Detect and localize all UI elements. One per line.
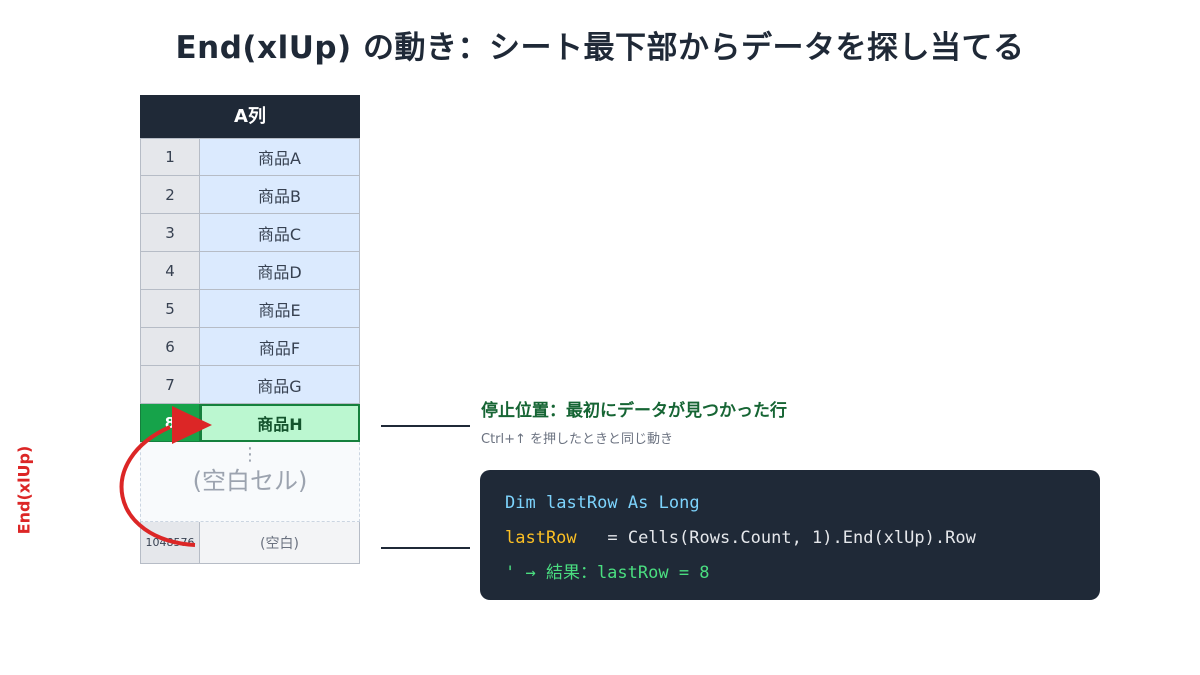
empty-cells-label: (空白セル) — [192, 467, 308, 495]
type-name: Long — [658, 493, 700, 513]
spreadsheet-column: A列 1 商品A 2 商品B 3 商品C 4 商品D 5 商品E 6 商品F 7… — [140, 95, 360, 564]
stop-connector-line — [381, 425, 470, 427]
hit-row: 8 商品H — [140, 404, 360, 442]
code-connector-line — [381, 547, 470, 549]
row-number: 3 — [140, 214, 200, 252]
row-number: 1048576 — [140, 522, 200, 564]
variable-name: lastRow — [505, 528, 577, 548]
row-number: 7 — [140, 366, 200, 404]
table-row: 4 商品D — [140, 252, 360, 290]
row-number: 6 — [140, 328, 200, 366]
last-row: 1048576 (空白) — [140, 522, 360, 564]
code-block: Dim lastRow As Long lastRow = Cells(Rows… — [480, 470, 1100, 600]
code-line: ' → 結果：lastRow = 8 — [505, 560, 1075, 595]
table-row: 2 商品B — [140, 176, 360, 214]
data-cell: 商品C — [200, 214, 360, 252]
row-number: 8 — [140, 404, 200, 442]
data-cell: 商品D — [200, 252, 360, 290]
code-comment: ' → 結果：lastRow = 8 — [505, 563, 710, 583]
keyword: As — [627, 493, 649, 513]
row-number: 2 — [140, 176, 200, 214]
code-expression: = Cells(Rows.Count, 1).End(xlUp).Row — [576, 528, 976, 548]
table-row: 1 商品A — [140, 138, 360, 176]
data-cell: 商品A — [200, 138, 360, 176]
data-cell: 商品F — [200, 328, 360, 366]
empty-cells-block: ⋮ (空白セル) — [140, 442, 360, 522]
code-line: Dim lastRow As Long — [505, 490, 1075, 525]
keyword: Dim — [505, 493, 536, 513]
stop-position-title: 停止位置：最初にデータが見つかった行 — [481, 401, 787, 421]
table-row: 6 商品F — [140, 328, 360, 366]
table-row: 3 商品C — [140, 214, 360, 252]
data-cell: 商品G — [200, 366, 360, 404]
ellipsis-icon: ⋮ — [241, 444, 259, 465]
stop-position-note: Ctrl+↑ を押したときと同じ動き — [481, 432, 674, 447]
data-cell: 商品B — [200, 176, 360, 214]
row-number: 4 — [140, 252, 200, 290]
variable-name: lastRow — [545, 493, 618, 513]
hit-cell: 商品H — [200, 404, 360, 442]
table-row: 7 商品G — [140, 366, 360, 404]
table-row: 5 商品E — [140, 290, 360, 328]
row-number: 5 — [140, 290, 200, 328]
code-line: lastRow = Cells(Rows.Count, 1).End(xlUp)… — [505, 525, 1075, 560]
data-cell: 商品E — [200, 290, 360, 328]
row-number: 1 — [140, 138, 200, 176]
side-label: End(xlUp) — [14, 445, 34, 535]
column-header: A列 — [140, 95, 360, 138]
page-title: End(xlUp) の動き：シート最下部からデータを探し当てる — [175, 30, 1025, 66]
empty-cell: (空白) — [200, 522, 360, 564]
